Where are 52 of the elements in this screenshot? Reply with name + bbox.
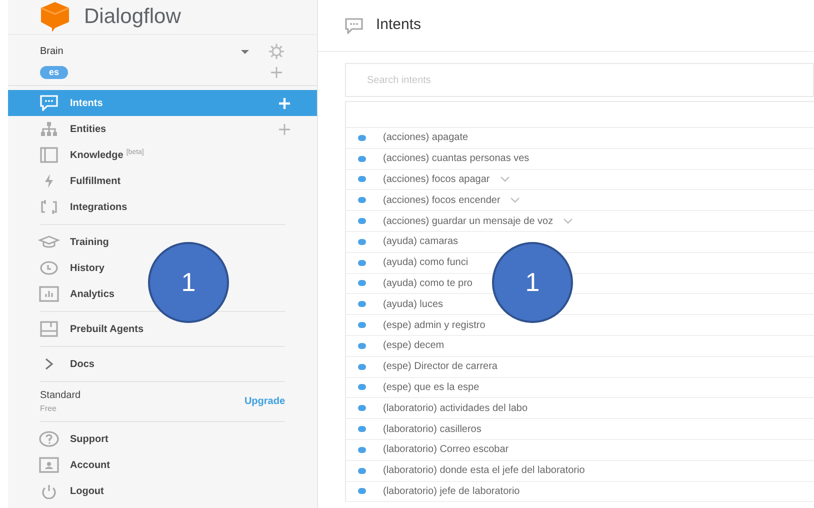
nav-item[interactable]: Docs [70,356,94,372]
intent-row[interactable]: (acciones) focos encender [346,190,814,212]
window-icon [38,321,60,337]
add-icon[interactable] [270,66,283,79]
sync-arrows-icon [38,199,60,215]
chevron-down-icon[interactable] [510,197,520,204]
intent-row[interactable]: (espe) que es la espe [346,378,814,398]
hierarchy-icon [38,121,60,137]
nav-item[interactable]: Prebuilt Agents [70,322,144,336]
intent-row[interactable]: (laboratorio) Correo escobar [346,440,814,461]
nav-item[interactable]: Account [8,452,116,478]
intent-row[interactable]: (acciones) guardar un mensaje de voz [346,211,814,232]
bar-chart-icon [38,286,60,302]
settings-icon[interactable] [268,43,285,60]
intent-row[interactable]: (espe) Director de carrera [346,356,814,378]
chat-bubble-icon [38,95,60,111]
intent-row[interactable]: (laboratorio) actividades del labo [346,398,814,420]
nav-item[interactable]: Intents [8,90,317,116]
chevron-down-icon[interactable] [563,218,574,224]
intent-row[interactable]: (acciones) cuantas personas ves [346,148,814,170]
nav-item[interactable]: History [70,260,104,276]
add-icon[interactable] [278,122,291,136]
intent-row[interactable]: (acciones) apagate [346,128,814,149]
account-icon [38,457,60,473]
intent-row[interactable]: (acciones) focos apagar [346,170,814,190]
chat-bubble-icon [344,18,364,34]
nav-item[interactable]: Analytics [70,286,114,302]
nav-item[interactable]: Support [8,426,114,452]
callout-marker: 1 [492,242,573,323]
plan-name: Standard [40,389,81,403]
logo-icon [38,0,72,34]
nav-item[interactable]: Fulfillment [70,174,121,188]
book-icon [38,147,60,163]
nav-item[interactable]: Entities [70,122,106,136]
clock-icon [38,260,60,276]
intent-row[interactable]: (laboratorio) jefe de laboratorio [346,482,814,502]
help-icon [38,431,60,447]
nav-item[interactable]: Logout [8,478,110,504]
intent-row[interactable]: (laboratorio) casilleros [346,419,814,440]
graduation-cap-icon [38,234,60,250]
intent-row[interactable]: (espe) decem [346,336,814,357]
page-title: Intents [376,15,422,36]
dropdown-caret-icon[interactable] [240,48,250,54]
search-field[interactable]: Search intents [345,63,814,97]
chevron-down-icon[interactable] [500,176,510,182]
nav-item[interactable]: Integrations [70,200,128,214]
app-name: Dialogflow [84,4,181,30]
nav-item[interactable]: Training [70,234,109,250]
plan-subtitle: Free [40,403,58,415]
agent-name: Brain [40,45,64,59]
nav-item[interactable]: Knowledge $^{[beta]}$ [70,148,144,162]
intent-row[interactable]: (laboratorio) donde esta el jefe del laboratorio [346,460,814,482]
